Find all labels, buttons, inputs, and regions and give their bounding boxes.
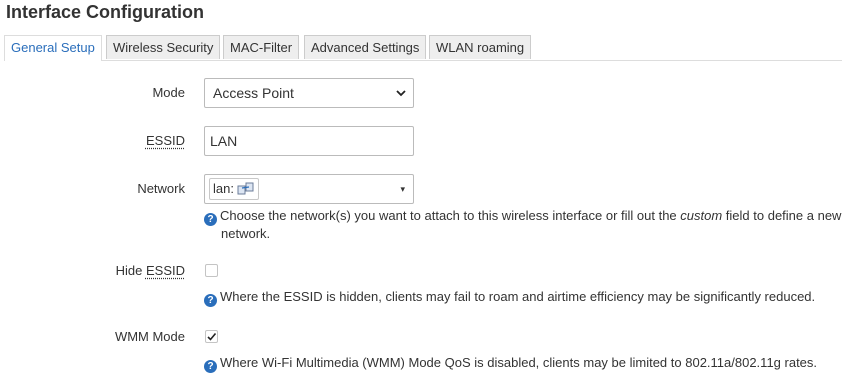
hide-essid-label-prefix: Hide xyxy=(115,263,146,278)
mode-label: Mode xyxy=(152,85,185,100)
tab-bar: General Setup Wireless Security MAC-Filt… xyxy=(4,35,842,61)
wmm-mode-checkbox[interactable] xyxy=(205,330,218,343)
hide-essid-help-text: ? Where the ESSID is hidden, clients may … xyxy=(204,289,844,307)
tab-mac-filter[interactable]: MAC-Filter xyxy=(223,35,300,59)
question-icon: ? xyxy=(204,360,217,373)
tab-advanced-settings[interactable]: Advanced Settings xyxy=(304,35,427,59)
hide-essid-label: Hide ESSID xyxy=(0,263,185,278)
essid-label-text: ESSID xyxy=(145,133,185,148)
page-title: Interface Configuration xyxy=(6,2,205,22)
question-icon: ? xyxy=(204,213,217,226)
checkmark-icon xyxy=(207,332,217,341)
hide-essid-label-abbr: ESSID xyxy=(145,263,185,278)
mode-select[interactable]: Access Point xyxy=(204,78,414,108)
network-label: Network xyxy=(137,181,185,196)
network-help-part1: Choose the network(s) you want to attach… xyxy=(220,208,681,223)
essid-input[interactable]: LAN xyxy=(204,126,414,156)
wmm-mode-label: WMM Mode xyxy=(114,329,185,344)
essid-label: ESSID xyxy=(0,133,185,148)
network-chip-label: lan: xyxy=(213,181,234,196)
hide-essid-checkbox[interactable] xyxy=(205,264,218,277)
network-interfaces-icon xyxy=(237,182,254,195)
question-icon: ? xyxy=(204,294,217,307)
wmm-mode-help: Where Wi-Fi Multimedia (WMM) Mode QoS is… xyxy=(220,355,818,370)
tab-wireless-security[interactable]: Wireless Security xyxy=(106,35,221,59)
network-help-line2: network. xyxy=(221,226,271,241)
network-chip-lan[interactable]: lan: xyxy=(209,178,259,200)
network-help-part2: field to define a new xyxy=(722,208,842,223)
network-help-custom: custom xyxy=(680,208,723,223)
tab-general-setup[interactable]: General Setup xyxy=(4,35,102,61)
chevron-down-icon xyxy=(396,90,406,97)
network-help-text: ? Choose the network(s) you want to attac… xyxy=(204,208,844,241)
network-select[interactable]: lan: ▾ xyxy=(204,174,414,204)
dropdown-arrow-icon: ▾ xyxy=(400,184,405,194)
tab-wlan-roaming[interactable]: WLAN roaming xyxy=(429,35,532,59)
hide-essid-help: Where the ESSID is hidden, clients may f… xyxy=(220,289,816,304)
wmm-mode-help-text: ? Where Wi-Fi Multimedia (WMM) Mode QoS i… xyxy=(204,355,844,373)
mode-select-value: Access Point xyxy=(213,85,294,101)
